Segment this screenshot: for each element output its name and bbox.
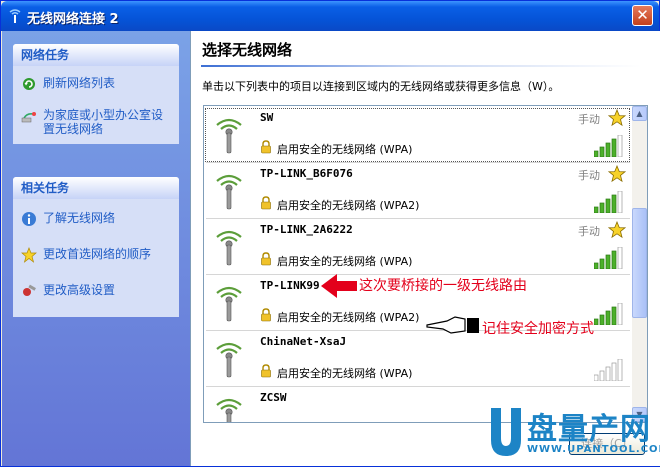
wireless-antenna-icon xyxy=(216,286,242,322)
refresh-icon xyxy=(23,78,35,90)
network-mode: 手动 xyxy=(578,113,600,126)
lock-icon xyxy=(261,308,271,322)
signal-strength-icon xyxy=(594,135,623,157)
info-icon xyxy=(22,212,36,226)
network-item[interactable]: ChinaNet-XsaJ 启用安全的无线网络 (WPA) xyxy=(204,331,631,387)
main-pane: 选择无线网络 单击以下列表中的项目以连接到区域内的无线网络或获得更多信息（W）。… xyxy=(190,31,660,466)
network-mode: 手动 xyxy=(578,225,600,238)
network-ssid: TP-LINK_2A6222 xyxy=(260,223,353,236)
signal-strength-icon xyxy=(594,247,623,269)
wireless-icon xyxy=(9,9,21,23)
network-item[interactable]: SW 手动启用安全的无线网络 (WPA) xyxy=(204,107,631,163)
network-ssid: TP-LINK_B6F076 xyxy=(260,167,353,180)
network-item[interactable]: TP-LINK_B6F076 手动启用安全的无线网络 (WPA2) xyxy=(204,163,631,219)
security-note: 记住安全加密方式 xyxy=(482,321,594,337)
scroll-thumb[interactable] xyxy=(632,208,647,318)
watermark: 盘量产网 WWW.UPANTOOL.COM xyxy=(487,404,660,464)
network-ssid: ChinaNet-XsaJ xyxy=(260,335,347,348)
wireless-network-window: 无线网络连接 2 ✕ 网络任务 刷新网络列表 为家庭或小型办公室设置无线网络 相… xyxy=(0,0,660,467)
signal-strength-icon xyxy=(594,359,623,381)
network-security: 启用安全的无线网络 (WPA) xyxy=(277,367,413,380)
advanced-settings-link[interactable]: 更改高级设置 xyxy=(13,277,179,303)
scroll-up-button[interactable]: ▲ xyxy=(632,106,647,121)
refresh-network-list-label: 刷新网络列表 xyxy=(43,76,116,90)
red-arrow-icon xyxy=(321,274,357,298)
lock-icon xyxy=(261,140,271,154)
setup-home-network-label: 为家庭或小型办公室设置无线网络 xyxy=(43,108,164,136)
page-title: 选择无线网络 xyxy=(202,41,293,59)
setup-home-network-link[interactable]: 为家庭或小型办公室设置无线网络 xyxy=(13,102,179,142)
learn-wireless-label: 了解无线网络 xyxy=(43,211,116,225)
wireless-antenna-icon xyxy=(216,118,242,154)
network-security: 启用安全的无线网络 (WPA) xyxy=(277,255,413,268)
network-ssid: TP-LINK99 xyxy=(260,279,320,292)
window-title: 无线网络连接 2 xyxy=(27,12,119,27)
wireless-antenna-icon xyxy=(216,342,242,378)
network-list-scrollbar[interactable]: ▲ ▼ xyxy=(632,106,647,422)
network-mode: 手动 xyxy=(578,169,600,182)
watermark-url: WWW.UPANTOOL.COM xyxy=(527,444,660,455)
network-security: 启用安全的无线网络 (WPA2) xyxy=(277,311,420,324)
lock-icon xyxy=(261,364,271,378)
page-description: 单击以下列表中的项目以连接到区域内的无线网络或获得更多信息（W）。 xyxy=(202,80,560,93)
network-ssid: SW xyxy=(260,111,274,124)
pointing-hand-icon xyxy=(426,316,479,334)
preferred-star-icon xyxy=(608,109,626,127)
watermark-name: 盘量产网 xyxy=(527,412,651,447)
wireless-antenna-icon xyxy=(216,230,242,266)
title-bar: 无线网络连接 2 ✕ xyxy=(1,1,659,31)
left-task-pane: 网络任务 刷新网络列表 为家庭或小型办公室设置无线网络 相关任务 了解无线网络 … xyxy=(2,31,190,466)
lock-icon xyxy=(261,252,271,266)
close-button[interactable]: ✕ xyxy=(632,5,653,26)
network-ssid: ZCSW xyxy=(260,391,287,404)
title-divider xyxy=(201,65,641,67)
network-security: 启用安全的无线网络 (WPA) xyxy=(277,143,413,156)
bridge-note: 这次要桥接的一级无线路由 xyxy=(359,278,527,294)
refresh-network-list-link[interactable]: 刷新网络列表 xyxy=(13,70,179,96)
network-security: 启用安全的无线网络 (WPA2) xyxy=(277,199,420,212)
related-tasks-box: 相关任务 了解无线网络 更改首选网络的顺序 更改高级设置 xyxy=(13,177,179,317)
u-logo-icon xyxy=(491,408,521,456)
star-icon xyxy=(21,247,37,263)
advanced-settings-label: 更改高级设置 xyxy=(43,283,116,297)
signal-strength-icon xyxy=(594,191,623,213)
network-list[interactable]: SW 手动 启用安全的无线网络 (WPA) TP-LINK_B6F076 手动 启用安全的… xyxy=(203,105,648,423)
learn-wireless-link[interactable]: 了解无线网络 xyxy=(13,205,179,231)
preferred-star-icon xyxy=(608,165,626,183)
settings-icon xyxy=(23,284,36,296)
network-tasks-header[interactable]: 网络任务 xyxy=(13,44,179,66)
wireless-antenna-icon xyxy=(216,174,242,210)
network-tasks-box: 网络任务 刷新网络列表 为家庭或小型办公室设置无线网络 xyxy=(13,44,179,144)
wireless-antenna-icon xyxy=(216,398,242,422)
lock-icon xyxy=(261,196,271,210)
network-item[interactable]: TP-LINK_2A6222 手动启用安全的无线网络 (WPA) xyxy=(204,219,631,275)
preferred-star-icon xyxy=(608,221,626,239)
change-network-order-label: 更改首选网络的顺序 xyxy=(43,247,152,261)
related-tasks-header[interactable]: 相关任务 xyxy=(13,177,179,199)
signal-strength-icon xyxy=(594,303,623,325)
change-network-order-link[interactable]: 更改首选网络的顺序 xyxy=(13,241,179,267)
network-setup-icon xyxy=(21,112,36,123)
close-icon: ✕ xyxy=(636,6,649,24)
